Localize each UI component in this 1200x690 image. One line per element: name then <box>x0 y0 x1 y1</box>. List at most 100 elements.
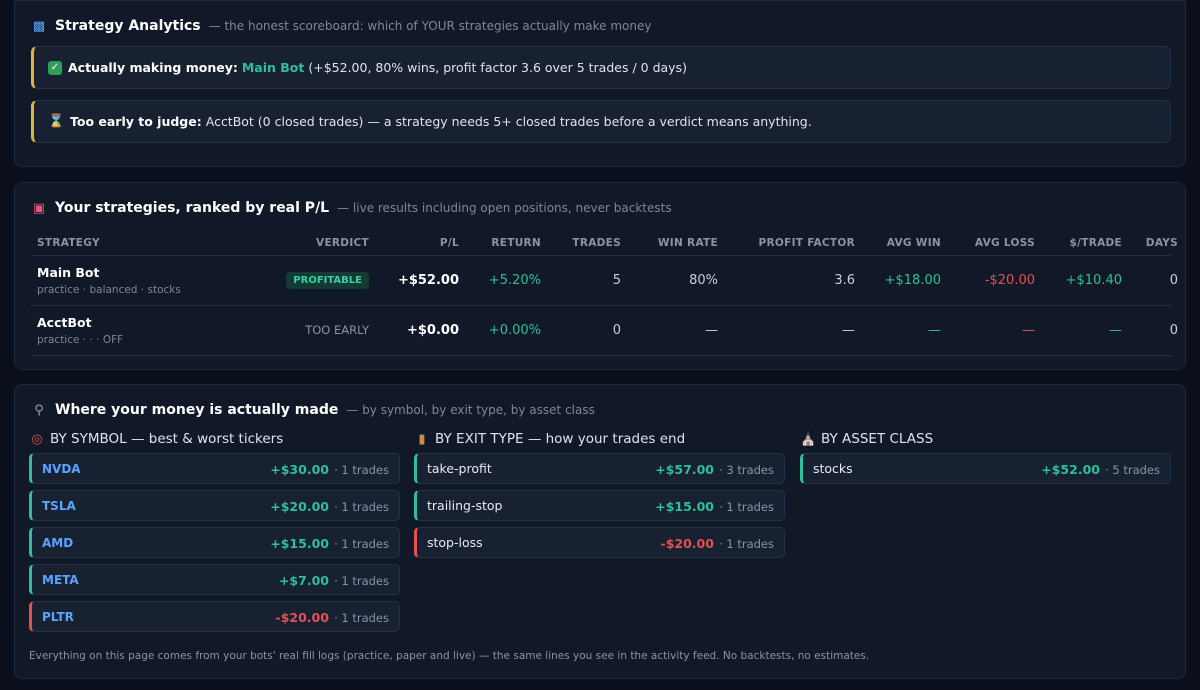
ranking-panel: ▣ Your strategies, ranked by real P/L — … <box>14 182 1186 370</box>
list-item[interactable]: AMD +$15.00 · 1 trades <box>29 527 400 558</box>
avg-loss-value: — <box>1022 323 1035 338</box>
list-item[interactable]: TSLA +$20.00 · 1 trades <box>29 490 400 521</box>
callout-label: Actually making money: <box>68 60 238 75</box>
exit-type-label: stop-loss <box>427 535 483 550</box>
breakdown-header: ⚲ Where your money is actually made — by… <box>31 402 595 418</box>
pl-value: +$0.00 <box>406 323 459 338</box>
callout-too-early: ⌛ Too early to judge: AcctBot (0 closed … <box>31 100 1171 143</box>
callout-text: AcctBot (0 closed trades) — a strategy n… <box>205 114 812 129</box>
bank-icon: ⛪ <box>800 432 817 447</box>
by-asset-title: ⛪ BY ASSET CLASS <box>800 431 934 447</box>
return-value: +0.00% <box>488 323 541 338</box>
avg-loss-value: -$20.00 <box>984 273 1035 288</box>
target-icon: ◎ <box>31 432 43 447</box>
item-value: +$15.00 <box>270 536 329 551</box>
robot-icon: ▣ <box>32 201 46 216</box>
win-rate-value: 80% <box>689 273 718 288</box>
item-value: -$20.00 <box>660 536 714 551</box>
list-item[interactable]: META +$7.00 · 1 trades <box>29 564 400 595</box>
column-header[interactable]: WIN RATE <box>621 237 718 249</box>
list-item[interactable]: PLTR -$20.00 · 1 trades <box>29 601 400 632</box>
door-icon: ▮ <box>418 432 426 447</box>
avg-win-value: +$18.00 <box>884 273 941 288</box>
item-count: · 1 trades <box>334 463 389 477</box>
bar-chart-icon: ▩ <box>32 19 46 34</box>
column-header[interactable]: P/L <box>369 237 459 249</box>
column-header[interactable]: PROFIT FACTOR <box>718 237 855 249</box>
days-value: 0 <box>1169 273 1178 288</box>
ranking-header: ▣ Your strategies, ranked by real P/L — … <box>31 200 672 216</box>
table-row[interactable]: AcctBot practice · · · OFF TOO EARLY +$0… <box>31 306 1178 356</box>
column-header[interactable]: $/TRADE <box>1035 237 1122 249</box>
avg-win-value: — <box>928 323 941 338</box>
table-header-row: STRATEGY VERDICT P/L RETURN TRADES WIN R… <box>31 230 1178 256</box>
strategy-cell: Main Bot practice · balanced · stocks <box>31 265 221 296</box>
analytics-title: Strategy Analytics <box>55 18 201 34</box>
footnote: Everything on this page comes from your … <box>29 650 870 662</box>
item-value: +$15.00 <box>655 499 714 514</box>
by-asset-column: ⛪ BY ASSET CLASS stocks +$52.00 · 5 trade… <box>800 431 1171 490</box>
callout-making-money: ✓ Actually making money: Main Bot (+$52.… <box>31 46 1171 89</box>
by-exit-title: ▮ BY EXIT TYPE — how your trades end <box>414 431 785 447</box>
item-count: · 1 trades <box>334 611 389 625</box>
item-count: · 5 trades <box>1105 463 1160 477</box>
column-header[interactable]: RETURN <box>459 237 541 249</box>
per-trade-value: +$10.40 <box>1065 273 1122 288</box>
column-header[interactable]: STRATEGY <box>31 237 221 249</box>
strategy-cell: AcctBot practice · · · OFF <box>31 315 221 346</box>
profit-factor-value: 3.6 <box>834 273 855 288</box>
list-item[interactable]: NVDA +$30.00 · 1 trades <box>29 453 400 484</box>
pl-value: +$52.00 <box>397 273 459 288</box>
trades-value: 5 <box>612 273 621 288</box>
asset-class-label: stocks <box>813 461 853 476</box>
column-header[interactable]: AVG LOSS <box>941 237 1035 249</box>
strategy-name: AcctBot <box>37 315 92 330</box>
strategy-meta: practice · balanced · stocks <box>37 284 181 296</box>
return-value: +5.20% <box>488 273 541 288</box>
strategy-name: Main Bot <box>37 265 100 280</box>
item-value: -$20.00 <box>275 610 329 625</box>
profit-factor-value: — <box>842 323 855 338</box>
list-item[interactable]: take-profit +$57.00 · 3 trades <box>414 453 785 484</box>
callout-label: Too early to judge: <box>70 114 202 129</box>
trades-value: 0 <box>612 323 621 338</box>
table-row[interactable]: Main Bot practice · balanced · stocks PR… <box>31 256 1178 306</box>
by-exit-column: ▮ BY EXIT TYPE — how your trades end take… <box>414 431 785 564</box>
symbol-ticker: AMD <box>42 535 74 550</box>
item-count: · 1 trades <box>334 500 389 514</box>
breakdown-subtitle: — by symbol, by exit type, by asset clas… <box>346 403 595 417</box>
by-symbol-column: ◎ BY SYMBOL — best & worst tickers NVDA +… <box>29 431 400 638</box>
win-rate-value: — <box>705 323 718 338</box>
item-value: +$30.00 <box>270 462 329 477</box>
item-count: · 1 trades <box>334 574 389 588</box>
days-value: 0 <box>1169 323 1178 338</box>
ranking-subtitle: — live results including open positions,… <box>337 201 672 215</box>
list-item[interactable]: trailing-stop +$15.00 · 1 trades <box>414 490 785 521</box>
list-item[interactable]: stocks +$52.00 · 5 trades <box>800 453 1171 484</box>
symbol-ticker: NVDA <box>42 461 81 476</box>
item-value: +$20.00 <box>270 499 329 514</box>
breakdown-title: Where your money is actually made <box>55 402 339 418</box>
column-header[interactable]: TRADES <box>541 237 621 249</box>
item-value: +$57.00 <box>655 462 714 477</box>
symbol-ticker: META <box>42 572 79 587</box>
column-header[interactable]: VERDICT <box>221 237 369 249</box>
column-header[interactable]: DAYS <box>1122 237 1178 249</box>
exit-type-label: trailing-stop <box>427 498 503 513</box>
list-item[interactable]: stop-loss -$20.00 · 1 trades <box>414 527 785 558</box>
status-text: TOO EARLY <box>305 323 369 337</box>
verdict-cell: PROFITABLE <box>221 272 369 289</box>
check-mark-icon: ✓ <box>48 60 62 75</box>
hourglass-icon: ⌛ <box>48 114 65 129</box>
column-header[interactable]: AVG WIN <box>855 237 941 249</box>
analytics-subtitle: — the honest scoreboard: which of YOUR s… <box>208 19 652 33</box>
symbol-ticker: TSLA <box>42 498 76 513</box>
callout-bot-link[interactable]: Main Bot <box>242 60 305 75</box>
item-count: · 3 trades <box>719 463 774 477</box>
per-trade-value: — <box>1109 323 1122 338</box>
strategy-table: STRATEGY VERDICT P/L RETURN TRADES WIN R… <box>31 230 1178 356</box>
breakdown-panel: ⚲ Where your money is actually made — by… <box>14 384 1186 679</box>
status-badge: PROFITABLE <box>286 272 369 289</box>
ranking-title: Your strategies, ranked by real P/L <box>55 200 330 216</box>
item-count: · 1 trades <box>334 537 389 551</box>
